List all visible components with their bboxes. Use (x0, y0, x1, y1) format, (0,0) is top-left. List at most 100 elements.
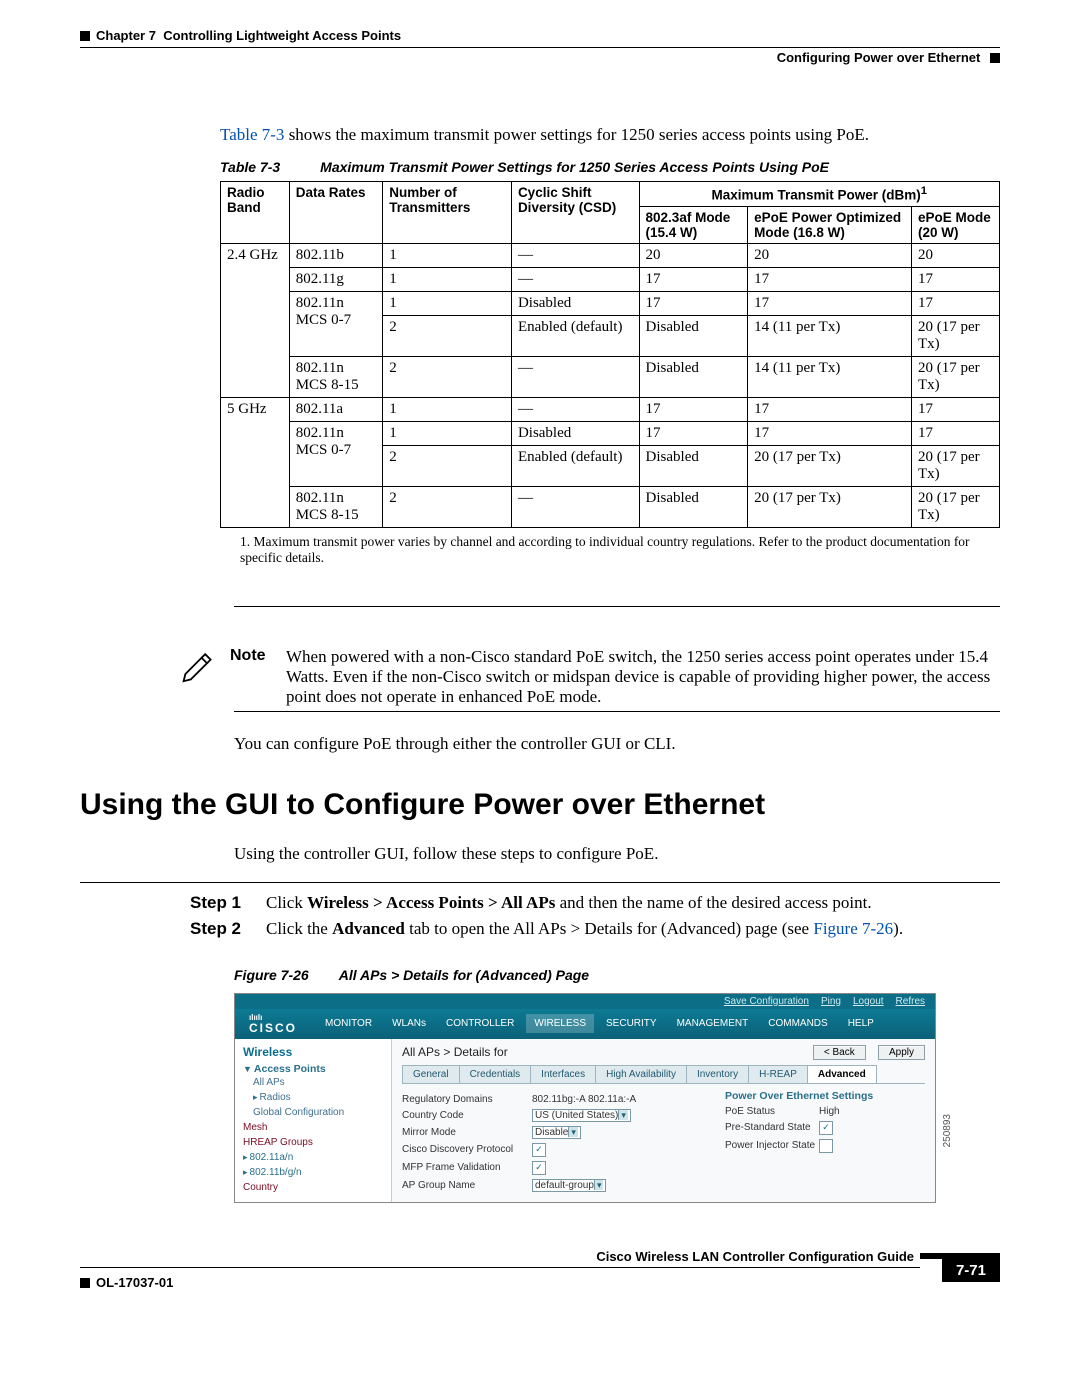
select-ap-group[interactable]: default-group▾ (532, 1179, 606, 1192)
footnote-number: 1. (240, 534, 250, 549)
th-max-power: Maximum Transmit Power (dBm)1 (639, 182, 999, 207)
footer-ol: OL-17037-01 (96, 1275, 173, 1290)
label-power-injector: Power Injector State (725, 1140, 819, 1151)
table-body: 2.4 GHz802.11b1—202020802.11g1—171717802… (221, 243, 1000, 527)
label-country-code: Country Code (402, 1110, 532, 1121)
gui-tab[interactable]: Credentials (459, 1065, 532, 1083)
gui-main-menu: MONITORWLANsCONTROLLERWIRELESSSECURITYMA… (317, 1014, 882, 1033)
section-rule (80, 882, 1000, 883)
intro-text: shows the maximum transmit power setting… (284, 125, 869, 144)
select-country-code[interactable]: US (United States)▾ (532, 1109, 631, 1122)
th-af-mode: 802.3af Mode (15.4 W) (639, 206, 748, 243)
gui-link-refresh[interactable]: Refres (896, 996, 925, 1007)
note-label: Note (230, 647, 274, 707)
step-2: Step 2 Click the Advanced tab to open th… (190, 919, 1000, 939)
sidebar-group-access-points[interactable]: ▼Access Points (243, 1063, 383, 1075)
sidebar-item-80211an[interactable]: ▸802.11a/n (243, 1150, 383, 1165)
footer-book-title: Cisco Wireless LAN Controller Configurat… (586, 1249, 914, 1264)
chapter-label: Chapter 7 (96, 28, 156, 43)
figure-ref-link[interactable]: Figure 7-26 (813, 919, 893, 938)
chevron-down-icon: ▾ (594, 1180, 604, 1190)
checkbox-mfp[interactable]: ✓ (532, 1161, 546, 1175)
label-poe-status: PoE Status (725, 1106, 819, 1117)
gui-header: ılıılı CISCO MONITORWLANsCONTROLLERWIREL… (235, 1009, 935, 1039)
running-header: Chapter 7 Controlling Lightweight Access… (80, 28, 1000, 65)
table-caption: Table 7-3Maximum Transmit Power Settings… (220, 159, 1000, 175)
table-row: 802.11n MCS 0-71Disabled171717 (221, 291, 1000, 315)
gui-tab[interactable]: High Availability (595, 1065, 687, 1083)
gui-menu-item[interactable]: MANAGEMENT (669, 1014, 757, 1033)
step-2-label: Step 2 (190, 919, 250, 939)
sidebar-item-80211bgn[interactable]: ▸802.11b/g/n (243, 1165, 383, 1180)
checkbox-pre-standard[interactable]: ✓ (819, 1121, 833, 1135)
figure-number: Figure 7-26 (234, 967, 309, 983)
sidebar-heading: Wireless (243, 1045, 383, 1059)
th-data-rates: Data Rates (289, 182, 383, 244)
label-pre-standard: Pre-Standard State (725, 1122, 819, 1133)
gui-tab[interactable]: Interfaces (530, 1065, 596, 1083)
checkbox-cdp[interactable]: ✓ (532, 1143, 546, 1157)
gui-left-column: Regulatory Domains802.11bg:-A 802.11a:-A… (402, 1090, 705, 1196)
power-table: Radio Band Data Rates Number of Transmit… (220, 181, 1000, 528)
gui-tabs: GeneralCredentialsInterfacesHigh Availab… (402, 1065, 925, 1084)
gui-link-ping[interactable]: Ping (821, 996, 841, 1007)
gui-menu-item[interactable]: WIRELESS (526, 1014, 594, 1033)
sidebar-item-mesh[interactable]: Mesh (243, 1120, 383, 1135)
sidebar-item-hreap[interactable]: HREAP Groups (243, 1135, 383, 1150)
label-mfp: MFP Frame Validation (402, 1162, 532, 1173)
label-cdp: Cisco Discovery Protocol (402, 1144, 532, 1155)
value-reg-domains: 802.11bg:-A 802.11a:-A (532, 1094, 636, 1105)
header-bullet-icon-right (990, 53, 1000, 63)
gui-menu-item[interactable]: WLANs (384, 1014, 434, 1033)
section-title: Configuring Power over Ethernet (777, 50, 981, 65)
gui-menu-item[interactable]: COMMANDS (760, 1014, 835, 1033)
note-block: Note When powered with a non-Cisco stand… (180, 647, 1000, 707)
th-csd: Cyclic Shift Diversity (CSD) (511, 182, 639, 244)
gui-menu-item[interactable]: MONITOR (317, 1014, 380, 1033)
checkbox-power-injector[interactable] (819, 1139, 833, 1153)
gui-screenshot: 250893 Save Configuration Ping Logout Re… (234, 993, 936, 1203)
note-body: When powered with a non-Cisco standard P… (286, 647, 1000, 707)
pencil-icon (180, 647, 216, 688)
page-footer: Cisco Wireless LAN Controller Configurat… (80, 1253, 1000, 1313)
apply-button[interactable]: Apply (878, 1045, 925, 1060)
th-num-tx: Number of Transmitters (383, 182, 512, 244)
step-1-body: Click Wireless > Access Points > All APs… (266, 893, 872, 913)
header-rule (80, 47, 1000, 48)
gui-tab[interactable]: H-REAP (748, 1065, 808, 1083)
chevron-down-icon: ▾ (568, 1127, 578, 1137)
gui-main: All APs > Details for < Back Apply Gener… (392, 1039, 935, 1202)
section-heading: Using the GUI to Configure Power over Et… (80, 788, 1000, 822)
gui-menu-item[interactable]: HELP (840, 1014, 882, 1033)
figure-sidecode: 250893 (942, 1114, 953, 1147)
table-row: 802.11n MCS 8-152—Disabled20 (17 per Tx)… (221, 486, 1000, 527)
sidebar-item-all-aps[interactable]: All APs (253, 1075, 383, 1090)
gui-link-logout[interactable]: Logout (853, 996, 884, 1007)
step-2-body: Click the Advanced tab to open the All A… (266, 919, 903, 939)
select-mirror-mode[interactable]: Disable▾ (532, 1126, 581, 1139)
th-epoe-mode: ePoE Mode (20 W) (911, 206, 999, 243)
page-number: 7-71 (942, 1259, 1000, 1282)
step-1: Step 1 Click Wireless > Access Points > … (190, 893, 1000, 913)
gui-menu-item[interactable]: CONTROLLER (438, 1014, 522, 1033)
table-row: 5 GHz802.11a1—171717 (221, 397, 1000, 421)
gui-tab[interactable]: Advanced (807, 1065, 877, 1083)
sidebar-item-country[interactable]: Country (243, 1180, 383, 1195)
table-row: 802.11n MCS 0-71Disabled171717 (221, 421, 1000, 445)
label-reg-domains: Regulatory Domains (402, 1094, 532, 1105)
th-epoe-opt: ePoE Power Optimized Mode (16.8 W) (748, 206, 912, 243)
gui-page-title: All APs > Details for (402, 1045, 508, 1059)
gui-tab[interactable]: General (402, 1065, 460, 1083)
gui-link-save-config[interactable]: Save Configuration (724, 996, 809, 1007)
sidebar-item-radios[interactable]: ▸Radios (253, 1090, 383, 1105)
gui-menu-item[interactable]: SECURITY (598, 1014, 665, 1033)
poe-settings-heading: Power Over Ethernet Settings (725, 1090, 925, 1102)
table-number: Table 7-3 (220, 159, 280, 175)
footer-bullet-icon (80, 1278, 90, 1288)
figure-title: All APs > Details for (Advanced) Page (339, 967, 589, 983)
table-ref-link[interactable]: Table 7-3 (220, 125, 284, 144)
step-1-label: Step 1 (190, 893, 250, 913)
back-button[interactable]: < Back (813, 1045, 866, 1060)
sidebar-item-global-config[interactable]: Global Configuration (253, 1105, 383, 1120)
gui-tab[interactable]: Inventory (686, 1065, 749, 1083)
